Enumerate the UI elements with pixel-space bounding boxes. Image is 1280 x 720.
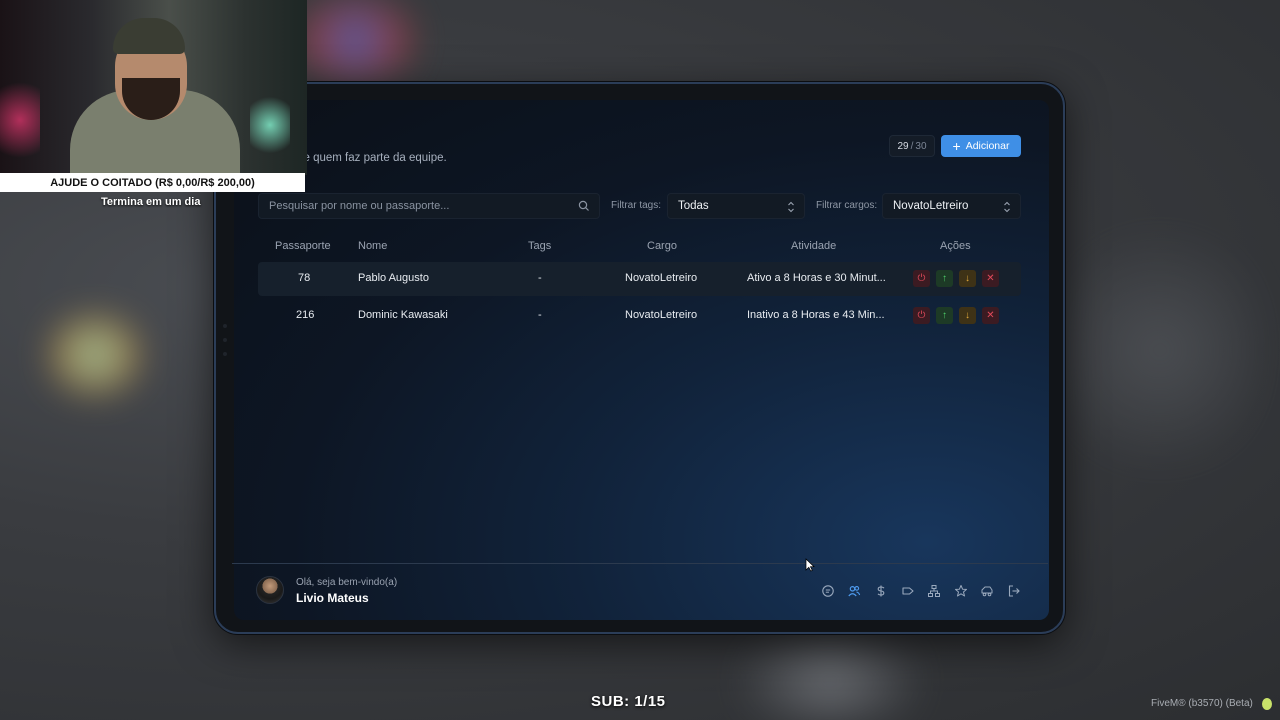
filter-tags-select[interactable]: Todas: [667, 193, 805, 219]
tag-icon[interactable]: [900, 583, 916, 599]
dollar-icon[interactable]: [873, 583, 889, 599]
column-header-tags: Tags: [528, 240, 552, 252]
star-icon[interactable]: [953, 583, 969, 599]
cell-role: NovatoLetreiro: [625, 272, 698, 284]
webcam-overlay: [0, 0, 307, 175]
chevron-updown-icon: [788, 201, 794, 213]
fivem-logo-icon: [1262, 698, 1272, 710]
filter-roles-value: NovatoLetreiro: [893, 200, 969, 212]
members-icon[interactable]: [846, 583, 862, 599]
background-blur: [1060, 200, 1260, 500]
mouse-cursor-icon: [805, 558, 815, 572]
table-row[interactable]: 78 Pablo Augusto - NovatoLetreiro Ativo …: [258, 262, 1021, 296]
promote-arrow-up-icon[interactable]: ↑: [936, 307, 953, 324]
table-row[interactable]: 216 Dominic Kawasaki - NovatoLetreiro In…: [258, 299, 1021, 333]
remove-x-icon[interactable]: ✕: [982, 270, 999, 287]
donation-goal-bar: AJUDE O COITADO (R$ 0,00/R$ 200,00): [0, 173, 305, 192]
footer-divider: [232, 563, 1048, 564]
power-icon[interactable]: ⏻: [913, 307, 930, 324]
chevron-updown-icon: [1004, 201, 1010, 213]
column-header-actions: Ações: [940, 240, 971, 252]
chat-icon[interactable]: [820, 583, 836, 599]
demote-arrow-down-icon[interactable]: ↓: [959, 270, 976, 287]
donation-goal-text: AJUDE O COITADO (R$ 0,00/R$ 200,00): [50, 176, 255, 189]
plus-icon: +: [952, 138, 961, 154]
filter-tags-label: Filtrar tags:: [611, 200, 662, 211]
member-count-max: 30: [915, 140, 927, 152]
tablet-frame: [214, 82, 1065, 634]
build-label: FiveM® (b3570) (Beta): [1151, 698, 1253, 709]
filter-roles-select[interactable]: NovatoLetreiro: [882, 193, 1021, 219]
column-header-passport: Passaporte: [275, 240, 331, 252]
cell-passport: 216: [296, 309, 315, 321]
tablet-camera: [223, 324, 227, 366]
cell-passport: 78: [298, 272, 311, 284]
donation-ends-text: Termina em um dia: [101, 196, 201, 208]
column-header-activity: Atividade: [791, 240, 837, 252]
logout-icon[interactable]: [1006, 583, 1022, 599]
tablet-screen: [234, 100, 1049, 620]
member-count-separator: /: [910, 140, 914, 152]
search-input[interactable]: [259, 194, 559, 218]
add-member-label: Adicionar: [965, 140, 1010, 152]
promote-arrow-up-icon[interactable]: ↑: [936, 270, 953, 287]
cell-role: NovatoLetreiro: [625, 309, 698, 321]
member-count-badge: 29 / 30: [889, 135, 935, 157]
cell-activity: Ativo a 8 Horas e 30 Minut...: [747, 272, 886, 284]
vehicle-icon[interactable]: [979, 583, 995, 599]
cell-name: Pablo Augusto: [358, 272, 429, 284]
background-blur: [300, 0, 410, 80]
hierarchy-icon[interactable]: [926, 583, 942, 599]
column-header-name: Nome: [358, 240, 388, 252]
search-icon[interactable]: [578, 200, 590, 212]
username: Livio Mateus: [296, 591, 369, 605]
column-header-role: Cargo: [647, 240, 677, 252]
sub-count: SUB: 1/15: [591, 693, 666, 710]
add-member-button[interactable]: + Adicionar: [941, 135, 1021, 157]
greeting-text: Olá, seja bem-vindo(a): [296, 577, 398, 588]
cell-name: Dominic Kawasaki: [358, 309, 448, 321]
cell-tags: -: [538, 309, 542, 321]
avatar: [256, 576, 284, 604]
background-blur: [700, 640, 960, 720]
filter-roles-label: Filtrar cargos:: [816, 200, 878, 211]
remove-x-icon[interactable]: ✕: [982, 307, 999, 324]
member-count-current: 29: [897, 140, 909, 152]
cell-tags: -: [538, 272, 542, 284]
demote-arrow-down-icon[interactable]: ↓: [959, 307, 976, 324]
cell-activity: Inativo a 8 Horas e 43 Min...: [747, 309, 885, 321]
background-blur: [50, 320, 140, 390]
power-icon[interactable]: ⏻: [913, 270, 930, 287]
filter-tags-value: Todas: [678, 200, 709, 212]
search-box[interactable]: [258, 193, 600, 219]
